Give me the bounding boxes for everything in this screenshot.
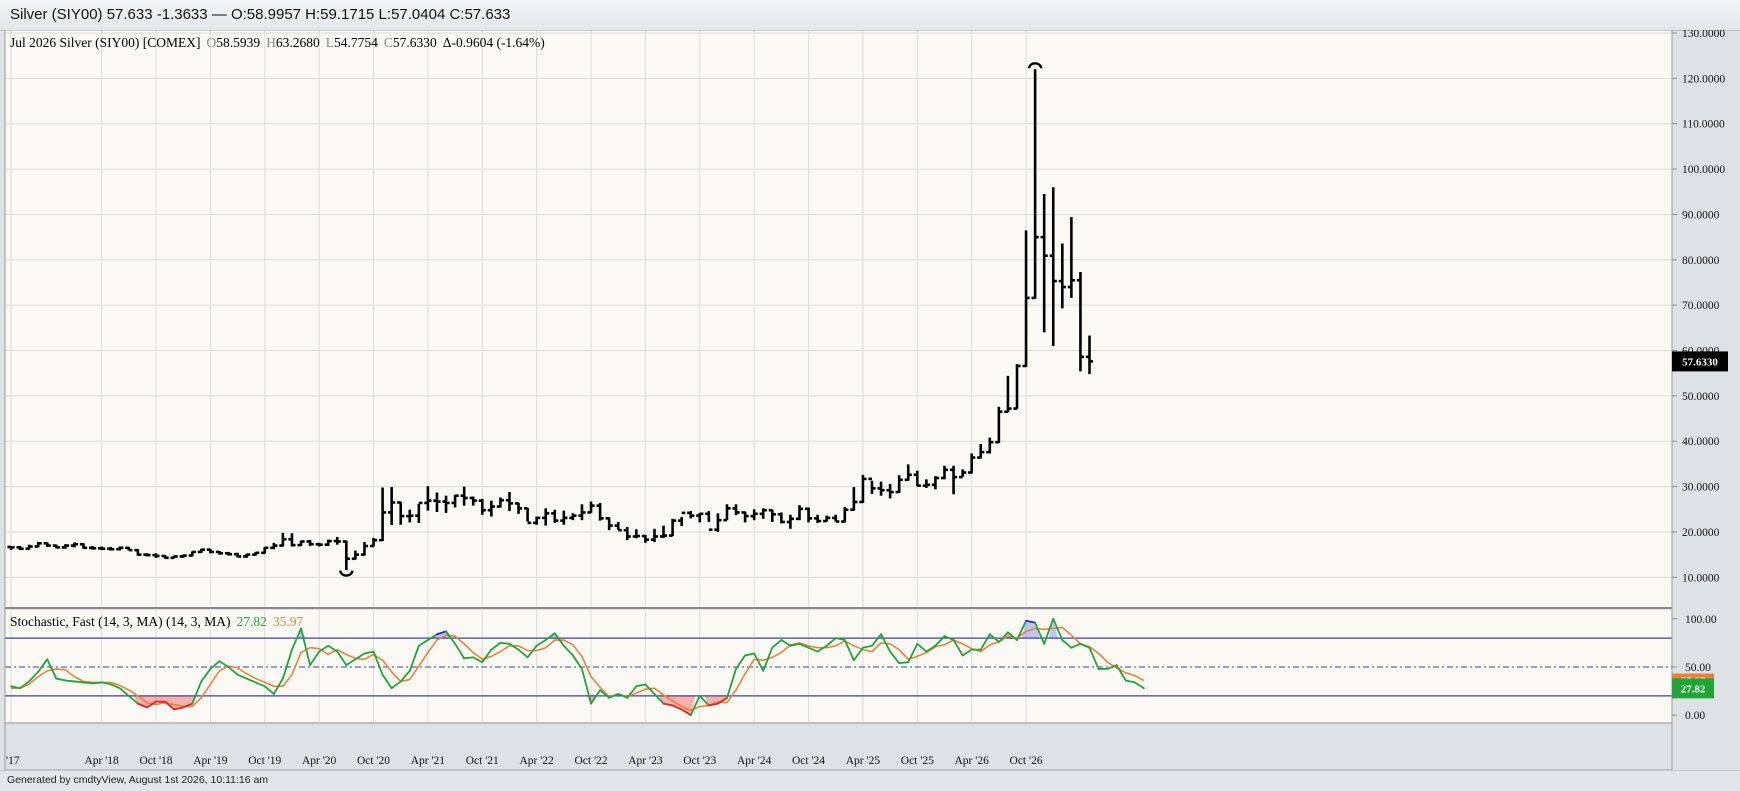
time-tick-label: Oct '18 [139, 755, 172, 767]
stochastic-tick-label: 0.00 [1685, 710, 1705, 722]
stochastic-k-tag: 27.82 [1672, 678, 1714, 699]
svg-text:27.82: 27.82 [1681, 683, 1706, 695]
price-legend: Jul 2026 Silver (SIY00) [COMEX] O58.5939 H… [10, 35, 545, 50]
price-tick-label: 40.0000 [1682, 436, 1720, 448]
stochastic-k-value: 27.82 [236, 614, 266, 629]
stochastic-legend: Stochastic, Fast (14, 3, MA) (14, 3, MA)… [10, 614, 303, 629]
legend-close: 57.6330 [393, 35, 437, 50]
svg-text:Stochastic, Fast (14, 3, MA): Stochastic, Fast (14, 3, MA) (14, 3, MA)… [10, 614, 303, 629]
time-tick-label: Apr '21 [411, 755, 446, 767]
chart-area[interactable]: 130.0000 120.0000 110.0000 100.0000 90.0000 8… [0, 30, 1740, 770]
price-tick-label: 10.0000 [1682, 572, 1720, 584]
price-tick-label: 30.0000 [1682, 482, 1720, 494]
price-tick-label: 120.0000 [1682, 73, 1725, 85]
price-tick-label: 90.0000 [1682, 209, 1720, 221]
stochastic-k-segment [73, 680, 85, 684]
time-tick-label: Apr '20 [302, 755, 337, 767]
legend-change: Δ-0.9604 (-1.64%) [443, 35, 545, 50]
time-tick-label: Apr '19 [193, 755, 228, 767]
time-tick-label: Apr '22 [519, 755, 554, 767]
legend-high-label: H [266, 35, 276, 50]
time-axis[interactable]: '17 Apr '18 Oct '18 Apr '19 Oct '19 Apr '20 Oc… [6, 755, 1043, 767]
stochastic-k-segment [82, 681, 94, 685]
time-tick-label: Oct '21 [466, 755, 499, 767]
svg-text:57.6330: 57.6330 [1682, 356, 1718, 368]
window-title: Silver (SIY00) 57.633 -1.3633 — O:58.995… [10, 6, 511, 23]
stochastic-k-segment [499, 642, 511, 645]
legend-open-label: O [207, 35, 217, 50]
last-price-tag: 57.6330 [1672, 351, 1728, 372]
footer-text: Generated by cmdtyView, August 1st 2026,… [7, 774, 269, 786]
stochastic-axis[interactable]: 100.00 50.00 0.00 [1672, 614, 1717, 722]
legend-open: 58.5939 [216, 35, 260, 50]
price-tick-label: 50.0000 [1682, 391, 1720, 403]
title-bar: Silver (SIY00) 57.633 -1.3633 — O:58.995… [0, 0, 1740, 31]
stochastic-tick-label: 50.00 [1685, 662, 1711, 674]
time-tick-label: Oct '20 [357, 755, 390, 767]
time-tick-label: Oct '25 [901, 755, 934, 767]
time-tick-label: Oct '26 [1010, 755, 1043, 767]
time-tick-label: Apr '23 [628, 755, 663, 767]
time-tick-label: Apr '18 [84, 755, 119, 767]
stochastic-title: Stochastic, Fast (14, 3, MA) (14, 3, MA) [10, 614, 230, 629]
price-tick-label: 130.0000 [1682, 30, 1725, 40]
price-tick-label: 80.0000 [1682, 255, 1720, 267]
price-axis[interactable]: 130.0000 120.0000 110.0000 100.0000 90.0000 8… [1672, 30, 1725, 584]
stochastic-tick-label: 100.00 [1685, 614, 1717, 626]
price-tick-label: 100.0000 [1682, 164, 1725, 176]
time-tick-label: Oct '19 [248, 755, 281, 767]
legend-high: 63.2680 [276, 35, 320, 50]
time-tick-label: Apr '24 [737, 755, 772, 767]
price-tick-label: 110.0000 [1682, 119, 1725, 131]
price-tick-label: 70.0000 [1682, 300, 1720, 312]
time-tick-label: '17 [6, 755, 20, 767]
footer-bar: Generated by cmdtyView, August 1st 2026,… [0, 770, 1740, 791]
svg-text:Jul 2026 Silver (SIY00) [COMEX: Jul 2026 Silver (SIY00) [COMEX] O58.5939 H… [10, 35, 545, 50]
time-tick-label: Oct '23 [683, 755, 716, 767]
time-tick-label: Apr '25 [846, 755, 881, 767]
legend-close-label: C [384, 35, 393, 50]
stochastic-k-segment [91, 681, 103, 685]
time-tick-label: Oct '22 [575, 755, 608, 767]
legend-low-label: L [326, 35, 334, 50]
stochastic-d-value: 35.97 [273, 614, 304, 629]
price-tick-label: 20.0000 [1682, 527, 1720, 539]
stochastic-k-segment [463, 656, 475, 660]
stochastic-k-segment [898, 661, 910, 665]
stochastic-k-segment [64, 679, 76, 683]
time-tick-label: Oct '24 [792, 755, 825, 767]
time-tick-label: Apr '26 [955, 755, 990, 767]
legend-low: 54.7754 [334, 35, 378, 50]
legend-title: Jul 2026 Silver (SIY00) [COMEX] [10, 35, 201, 50]
